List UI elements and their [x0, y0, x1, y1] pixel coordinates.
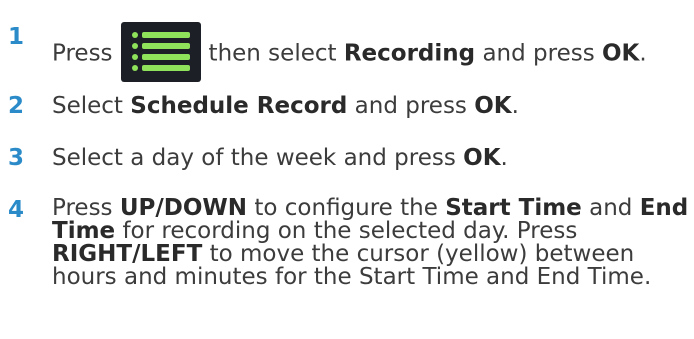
- step-2: 2 Select Schedule Record and press OK.: [0, 93, 694, 120]
- step-text: Press UP/DOWN to configure the Start Tim…: [52, 197, 694, 289]
- step-keyword: Recording: [343, 40, 476, 67]
- step-text-part: then select: [208, 40, 337, 67]
- step-number: 2: [8, 93, 25, 119]
- step-text-part: and press: [482, 40, 595, 67]
- step-text: Press then select Recording and press OK…: [52, 22, 694, 84]
- step-number: 3: [8, 145, 25, 171]
- step-text-part: Press: [52, 40, 113, 67]
- step-text-part: Select a day of the week and press: [52, 145, 456, 171]
- step-keyword: OK: [474, 93, 512, 119]
- step-1: 1 Press then select Recording and press …: [0, 22, 694, 84]
- step-text-part: .: [511, 93, 519, 119]
- step-number: 4: [8, 197, 25, 223]
- step-text-part: .: [500, 145, 508, 171]
- step-text-part: and: [589, 195, 633, 221]
- step-text: Select Schedule Record and press OK.: [52, 93, 694, 120]
- step-text-part: and press: [354, 93, 467, 119]
- step-3: 3 Select a day of the week and press OK.: [0, 145, 694, 172]
- step-keyword: OK: [463, 145, 501, 171]
- step-text: Select a day of the week and press OK.: [52, 145, 694, 172]
- step-keyword: OK: [602, 40, 640, 67]
- menu-list-icon: [120, 22, 201, 82]
- step-number: 1: [8, 24, 25, 50]
- step-keyword: Schedule Record: [130, 93, 348, 119]
- step-text-part: .: [639, 40, 647, 67]
- step-text-part: Select: [52, 93, 123, 119]
- step-4: 4 Press UP/DOWN to configure the Start T…: [0, 197, 694, 289]
